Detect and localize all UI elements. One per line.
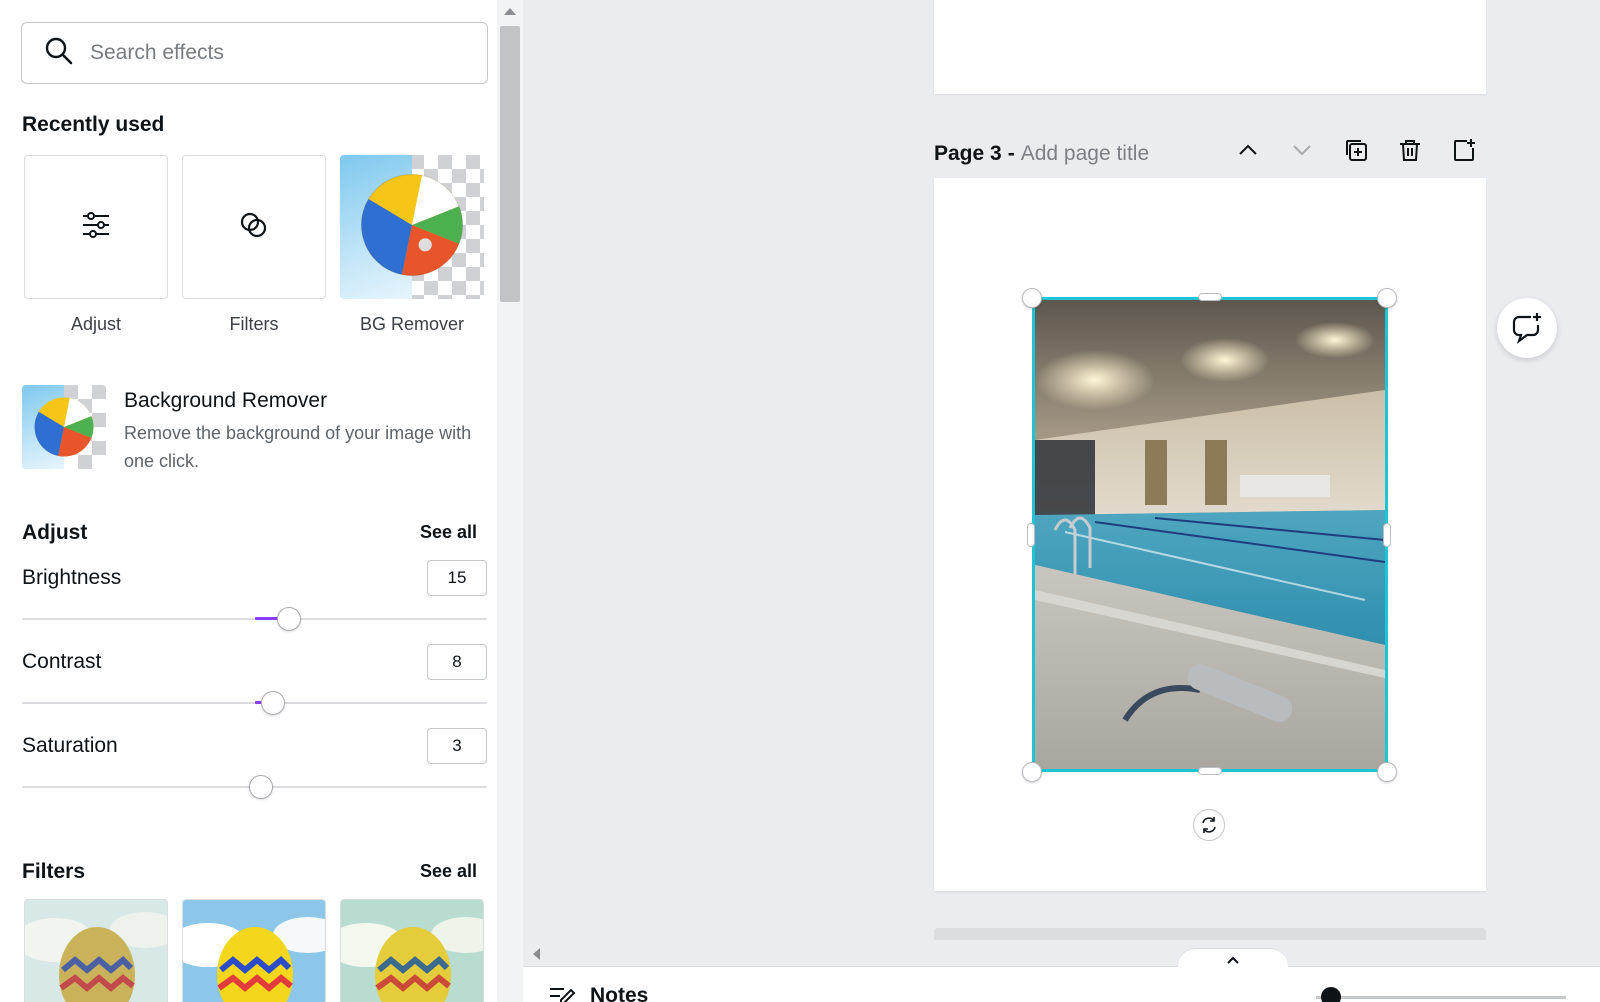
- background-remover-thumbnail: [22, 385, 106, 469]
- contrast-slider-thumb[interactable]: [261, 691, 286, 715]
- page-title-separator: -: [1007, 142, 1015, 165]
- brightness-slider-thumb[interactable]: [277, 607, 302, 631]
- notes-label: Notes: [590, 984, 649, 1002]
- contrast-slider[interactable]: [22, 691, 487, 715]
- notes-button[interactable]: Notes: [548, 984, 648, 1002]
- chevron-up-icon: [1227, 956, 1239, 964]
- recent-filters-tile[interactable]: [182, 155, 326, 299]
- zoom-slider-thumb[interactable]: [1321, 987, 1341, 1002]
- filters-see-all-link[interactable]: See all: [420, 861, 477, 882]
- resize-handle-left[interactable]: [1027, 523, 1035, 547]
- rotate-button[interactable]: [1193, 809, 1225, 841]
- background-remover-title: Background Remover: [124, 389, 328, 412]
- add-comment-icon: [1512, 313, 1541, 344]
- expand-pages-button[interactable]: [1178, 948, 1288, 978]
- filters-heading: Filters: [22, 860, 86, 883]
- background-remover-item[interactable]: Background Remover Remove the background…: [22, 385, 482, 471]
- recent-bg-remover-label: BG Remover: [359, 314, 465, 334]
- resize-handle-top-right[interactable]: [1377, 288, 1397, 308]
- effects-panel: Recently used Adjust Filters: [0, 0, 497, 1002]
- previous-page[interactable]: [934, 0, 1486, 94]
- rotate-icon: [1202, 817, 1216, 833]
- recent-filters-label: Filters: [229, 314, 279, 334]
- filter-preview-2[interactable]: [182, 899, 326, 1002]
- move-page-down-button[interactable]: [1286, 134, 1318, 166]
- recent-adjust-tile[interactable]: [24, 155, 168, 299]
- filter-preview-1[interactable]: [24, 899, 168, 1002]
- next-page[interactable]: [934, 928, 1486, 940]
- background-remover-description: Remove the background of your image with…: [124, 423, 472, 471]
- resize-handle-bottom[interactable]: [1198, 767, 1222, 775]
- selected-photo[interactable]: [1032, 297, 1388, 772]
- brightness-label: Brightness: [22, 566, 122, 589]
- scroll-up-arrow-icon[interactable]: [504, 8, 516, 15]
- resize-handle-bottom-left[interactable]: [1022, 762, 1042, 782]
- saturation-label: Saturation: [22, 734, 118, 757]
- scroll-left-arrow-icon[interactable]: [533, 948, 540, 960]
- brightness-slider[interactable]: [22, 607, 487, 631]
- filters-icon: [239, 210, 269, 245]
- zoom-slider[interactable]: [1316, 996, 1566, 999]
- adjust-see-all-link[interactable]: See all: [420, 522, 477, 543]
- contrast-label: Contrast: [22, 650, 102, 673]
- beach-ball-icon: [357, 170, 467, 285]
- panel-scrollbar[interactable]: [497, 0, 523, 1002]
- delete-page-button[interactable]: [1394, 134, 1426, 166]
- saturation-slider[interactable]: [22, 775, 487, 799]
- duplicate-icon: [1346, 140, 1367, 161]
- chevron-down-icon: [1293, 145, 1311, 156]
- add-comment-button[interactable]: [1497, 298, 1557, 358]
- recent-bg-remover-tile[interactable]: [340, 155, 484, 299]
- notes-icon: [550, 988, 576, 1002]
- move-page-up-button[interactable]: [1232, 134, 1264, 166]
- page-title-input[interactable]: Add page title: [1021, 142, 1149, 166]
- resize-handle-bottom-right[interactable]: [1377, 762, 1397, 782]
- page-number: Page 3: [934, 142, 1002, 165]
- brightness-value-input[interactable]: 15: [427, 560, 487, 596]
- search-box[interactable]: [21, 22, 488, 84]
- resize-handle-right[interactable]: [1383, 523, 1391, 547]
- saturation-slider-thumb[interactable]: [249, 775, 274, 799]
- page-toolbar: [1232, 130, 1480, 170]
- resize-handle-top-left[interactable]: [1022, 288, 1042, 308]
- add-page-button[interactable]: [1448, 134, 1480, 166]
- recent-adjust-label: Adjust: [70, 314, 122, 334]
- sliders-icon: [80, 209, 112, 246]
- contrast-value-input[interactable]: 8: [427, 644, 487, 680]
- canvas-horizontal-scrollbar[interactable]: [523, 940, 1600, 966]
- duplicate-page-button[interactable]: [1340, 134, 1372, 166]
- saturation-value-input[interactable]: 3: [427, 728, 487, 764]
- filter-preview-3[interactable]: [340, 899, 484, 1002]
- add-page-icon: [1454, 139, 1475, 161]
- panel-scroll-thumb[interactable]: [500, 26, 520, 302]
- trash-icon: [1400, 140, 1420, 161]
- chevron-up-icon: [1239, 144, 1257, 155]
- recently-used-heading: Recently used: [22, 113, 165, 136]
- resize-handle-top[interactable]: [1198, 293, 1222, 301]
- search-icon: [44, 36, 74, 71]
- adjust-heading: Adjust: [22, 521, 88, 544]
- search-input[interactable]: [90, 41, 450, 65]
